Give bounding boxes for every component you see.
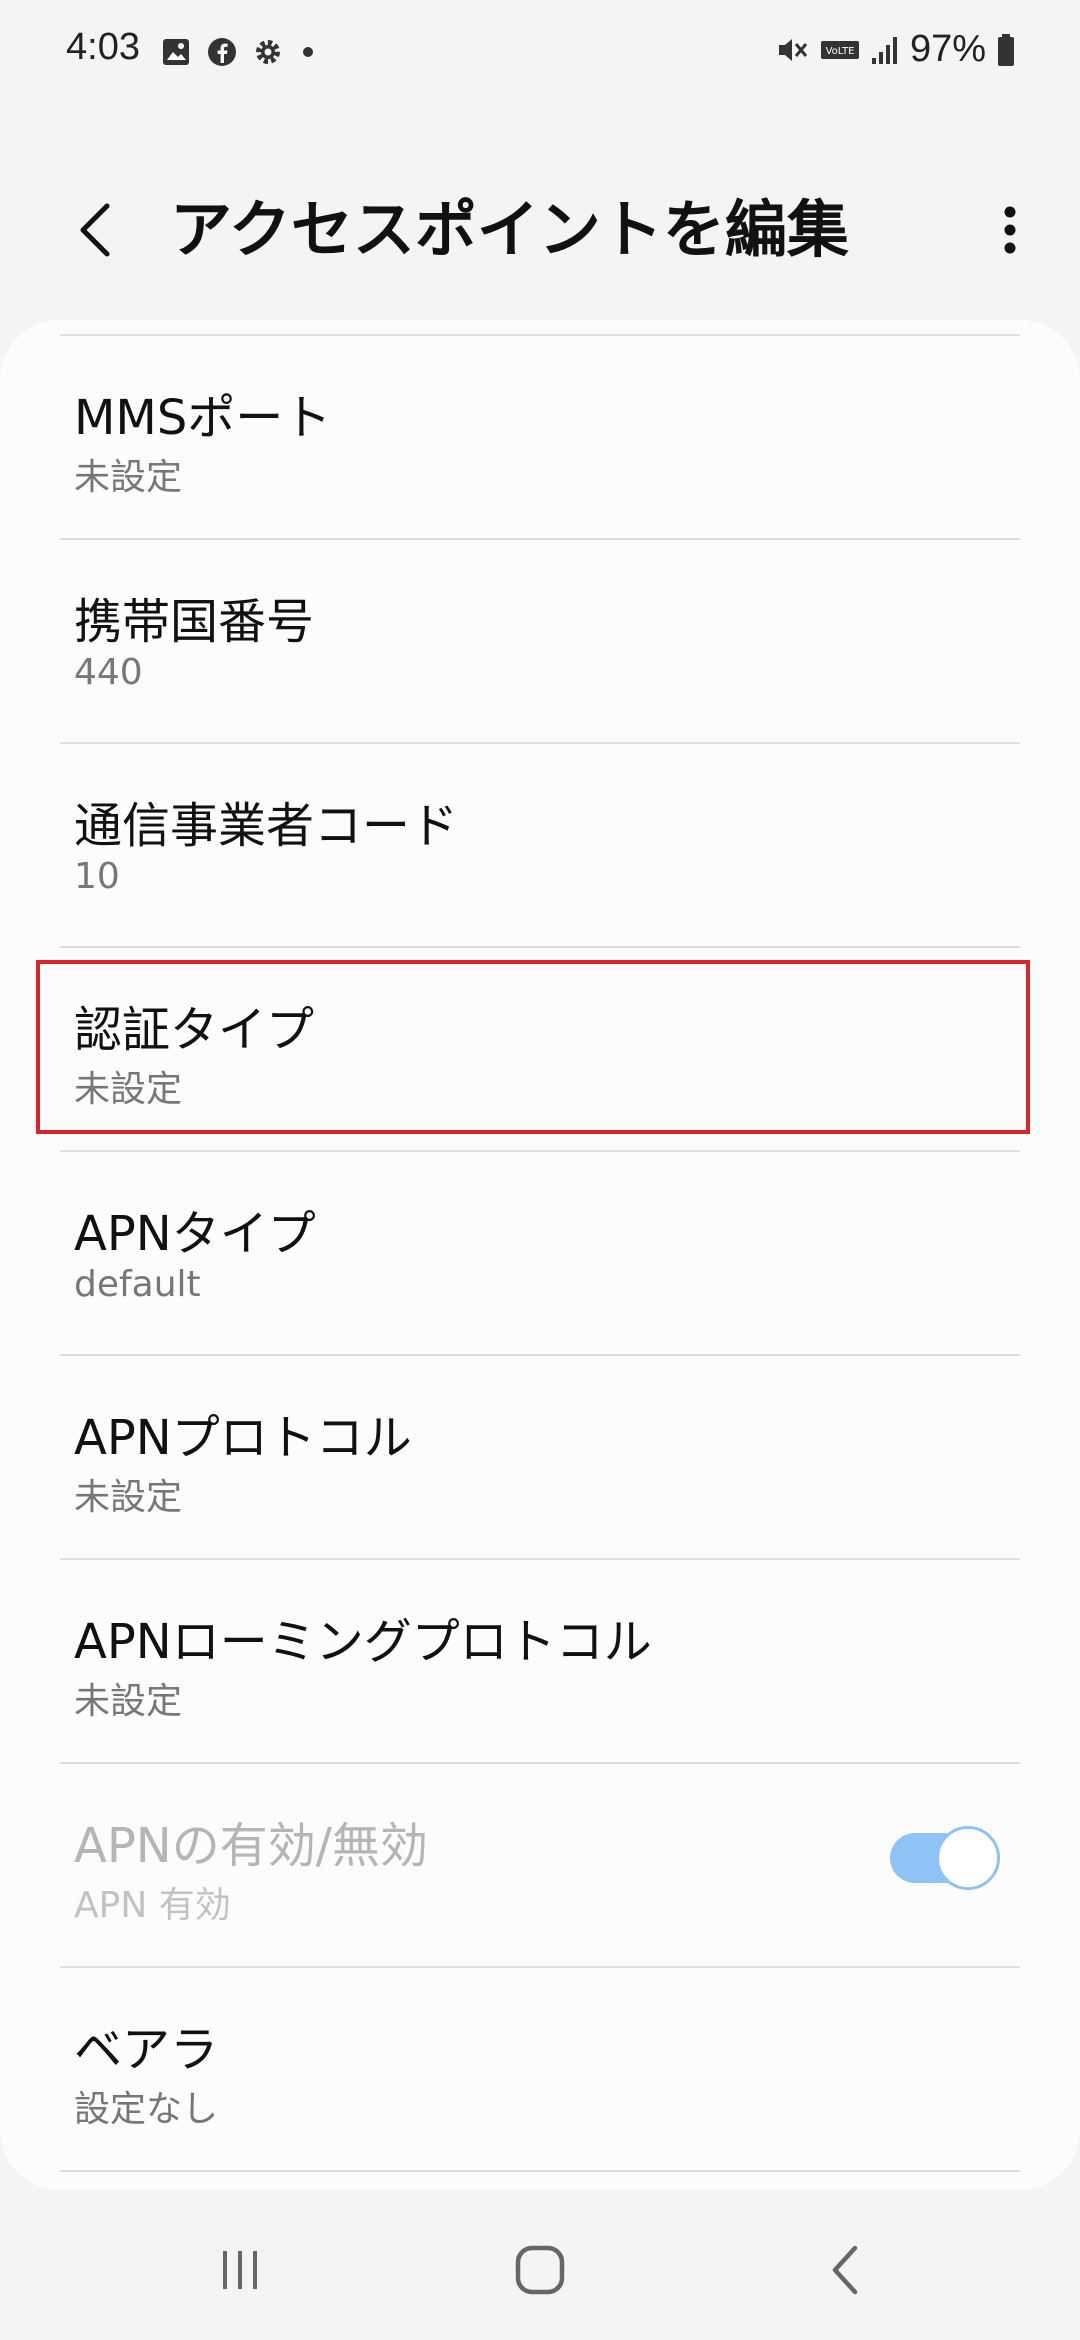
setting-value: 440 bbox=[74, 652, 143, 693]
setting-title: APNプロトコル bbox=[74, 1410, 412, 1466]
mute-vibrate-icon bbox=[774, 32, 810, 68]
nav-back-button[interactable] bbox=[795, 2230, 895, 2310]
page-title: アクセスポイントを編集 bbox=[170, 193, 849, 266]
setting-item-apn-protocol[interactable]: APNプロトコル 未設定 bbox=[60, 1354, 1020, 1558]
dot-icon bbox=[298, 36, 318, 68]
home-icon bbox=[512, 2242, 568, 2298]
setting-item-mcc[interactable]: 携帯国番号 440 bbox=[60, 538, 1020, 742]
back-button[interactable] bbox=[60, 190, 130, 270]
back-icon bbox=[825, 2242, 865, 2298]
setting-item-bearer[interactable]: ベアラ 設定なし bbox=[60, 1966, 1020, 2170]
navigation-bar bbox=[0, 2190, 1080, 2340]
setting-value: 未設定 bbox=[74, 1477, 183, 1518]
toggle-knob bbox=[936, 1826, 1000, 1890]
setting-value: 設定なし bbox=[74, 2089, 219, 2130]
svg-text:VoLTE: VoLTE bbox=[826, 46, 855, 57]
status-time: 4:03 bbox=[66, 26, 140, 68]
settings-gear-icon bbox=[252, 36, 284, 68]
more-options-button[interactable] bbox=[970, 190, 1050, 270]
recent-apps-icon bbox=[215, 2245, 265, 2295]
home-button[interactable] bbox=[490, 2230, 590, 2310]
apn-enable-toggle bbox=[890, 1826, 1000, 1890]
setting-title: APNの有効/無効 bbox=[74, 1818, 428, 1874]
setting-item-apn-roaming-protocol[interactable]: APNローミングプロトコル 未設定 bbox=[60, 1558, 1020, 1762]
setting-value: 未設定 bbox=[74, 1681, 183, 1722]
gallery-icon bbox=[160, 36, 192, 68]
signal-icon bbox=[870, 32, 900, 68]
setting-item-mms-port[interactable]: MMSポート 未設定 bbox=[60, 334, 1020, 538]
setting-item-apn-enable: APNの有効/無効 APN 有効 bbox=[60, 1762, 1020, 1966]
setting-value: default bbox=[74, 1264, 201, 1305]
setting-value: 10 bbox=[74, 856, 120, 897]
setting-value: APN 有効 bbox=[74, 1885, 231, 1926]
setting-title: 通信事業者コード bbox=[74, 798, 459, 854]
list-divider bbox=[60, 2170, 1020, 2172]
setting-title: APNタイプ bbox=[74, 1206, 316, 1262]
setting-item-auth-type[interactable]: 認証タイプ 未設定 bbox=[36, 946, 1030, 1150]
setting-item-apn-type[interactable]: APNタイプ default bbox=[60, 1150, 1020, 1354]
setting-title: APNローミングプロトコル bbox=[74, 1614, 652, 1670]
app-header: アクセスポイントを編集 bbox=[0, 170, 1080, 290]
setting-title: 認証タイプ bbox=[74, 1002, 315, 1058]
setting-title: 携帯国番号 bbox=[74, 594, 315, 650]
status-bar: 4:03 VoLTE 97% bbox=[0, 0, 1080, 105]
chevron-left-icon bbox=[75, 200, 115, 260]
status-right: VoLTE 97% bbox=[774, 28, 1016, 71]
settings-list: MMSポート 未設定 携帯国番号 440 通信事業者コード 10 認証タイプ 未… bbox=[0, 334, 1080, 2172]
battery-icon bbox=[996, 32, 1016, 68]
recent-apps-button[interactable] bbox=[190, 2230, 290, 2310]
status-left-icons bbox=[160, 36, 318, 68]
setting-value: 未設定 bbox=[74, 457, 183, 498]
battery-percent: 97% bbox=[909, 28, 986, 70]
setting-value: 未設定 bbox=[74, 1069, 183, 1110]
setting-title: MMSポート bbox=[74, 390, 332, 446]
volte-icon: VoLTE bbox=[820, 36, 860, 64]
setting-title: ベアラ bbox=[74, 2022, 219, 2078]
setting-item-mnc[interactable]: 通信事業者コード 10 bbox=[60, 742, 1020, 946]
more-vertical-icon bbox=[1000, 200, 1020, 260]
settings-card: MMSポート 未設定 携帯国番号 440 通信事業者コード 10 認証タイプ 未… bbox=[0, 320, 1080, 2190]
facebook-icon bbox=[206, 36, 238, 68]
